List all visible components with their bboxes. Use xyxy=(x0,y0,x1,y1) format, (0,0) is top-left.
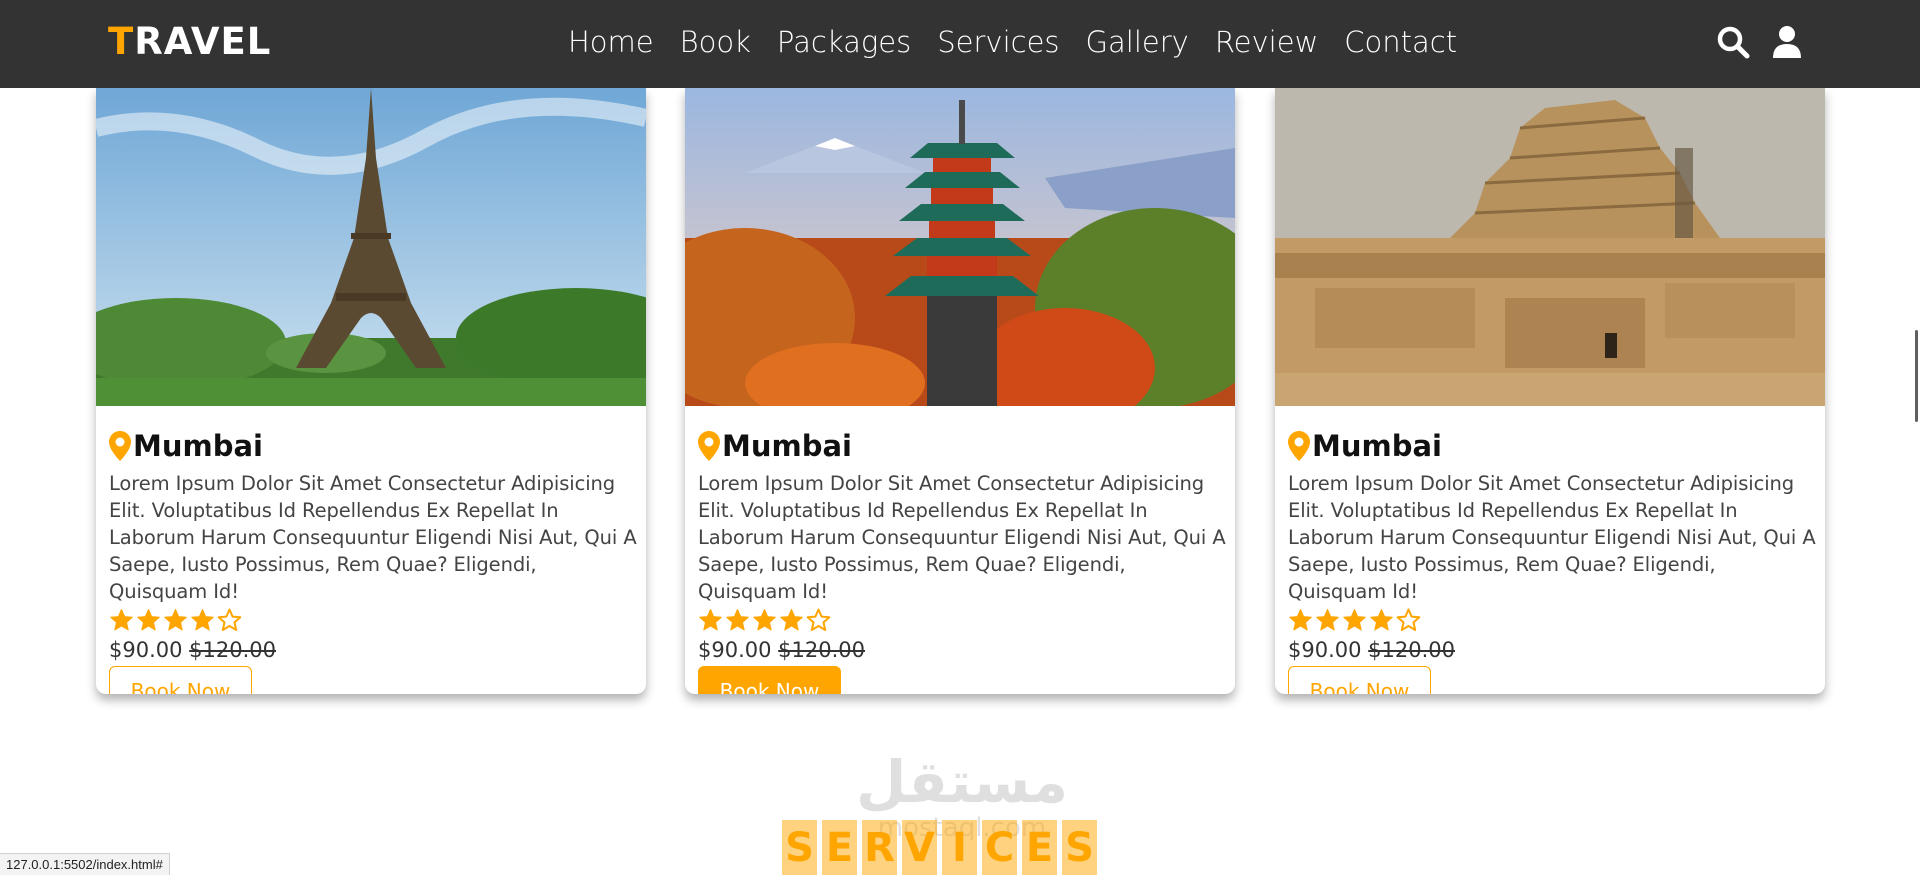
star-filled-icon xyxy=(699,609,722,631)
star-filled-icon xyxy=(137,609,160,631)
heading-letter: E xyxy=(1022,820,1057,875)
map-marker-icon xyxy=(698,431,720,461)
map-marker-icon xyxy=(1288,431,1310,461)
search-icon[interactable] xyxy=(1716,25,1750,59)
card-price: $90.00 $120.00 xyxy=(698,636,1222,664)
star-filled-icon xyxy=(1370,609,1393,631)
japanese-pagoda-image xyxy=(685,88,1235,406)
book-now-button[interactable]: Book Now xyxy=(109,666,252,694)
price-current: $90.00 xyxy=(698,638,772,662)
card-description: Lorem Ipsum Dolor Sit Amet Consectetur A… xyxy=(698,472,1226,603)
star-filled-icon xyxy=(726,609,749,631)
star-empty-icon xyxy=(1396,608,1421,631)
heading-letter: E xyxy=(822,820,857,875)
watermark-arabic-text: مستقل xyxy=(856,748,1068,816)
star-rating xyxy=(109,608,633,634)
price-old: $120.00 xyxy=(778,638,866,662)
heading-letter: R xyxy=(862,820,897,875)
card-title: Mumbai xyxy=(109,428,633,464)
heading-letter: I xyxy=(942,820,977,875)
star-filled-icon xyxy=(753,609,776,631)
nav-link-home[interactable]: Home xyxy=(568,20,654,64)
card-description: Lorem Ipsum Dolor Sit Amet Consectetur A… xyxy=(1288,472,1816,603)
services-heading: S E R V I C E S xyxy=(782,820,1097,875)
star-empty-icon xyxy=(217,608,242,631)
package-card: Mumbai Lorem Ipsum Dolor Sit Amet Consec… xyxy=(1275,88,1825,694)
star-filled-icon xyxy=(780,609,803,631)
card-content: Mumbai Lorem Ipsum Dolor Sit Amet Consec… xyxy=(1275,428,1825,694)
card-content: Mumbai Lorem Ipsum Dolor Sit Amet Consec… xyxy=(96,428,646,694)
logo[interactable]: TRAVEL xyxy=(108,18,271,66)
nav-link-packages[interactable]: Packages xyxy=(777,20,911,64)
heading-letter: V xyxy=(902,820,937,875)
nav-links: Home Book Packages Services Gallery Revi… xyxy=(568,20,1483,64)
star-filled-icon xyxy=(110,609,133,631)
star-filled-icon xyxy=(164,609,187,631)
card-content: Mumbai Lorem Ipsum Dolor Sit Amet Consec… xyxy=(685,428,1235,694)
card-title: Mumbai xyxy=(698,428,1222,464)
star-filled-icon xyxy=(1289,609,1312,631)
card-title-text: Mumbai xyxy=(133,429,263,463)
nav-link-book[interactable]: Book xyxy=(680,20,751,64)
nav-link-review[interactable]: Review xyxy=(1215,20,1318,64)
navbar: TRAVEL Home Book Packages Services Galle… xyxy=(0,0,1920,88)
nav-link-gallery[interactable]: Gallery xyxy=(1086,20,1189,64)
nav-link-services[interactable]: Services xyxy=(937,20,1059,64)
card-title: Mumbai xyxy=(1288,428,1812,464)
user-icon[interactable] xyxy=(1770,25,1804,59)
star-empty-icon xyxy=(806,608,831,631)
heading-letter: S xyxy=(1062,820,1097,875)
price-old: $120.00 xyxy=(1368,638,1456,662)
card-description: Lorem Ipsum Dolor Sit Amet Consectetur A… xyxy=(109,472,637,603)
card-price: $90.00 $120.00 xyxy=(1288,636,1812,664)
price-old: $120.00 xyxy=(189,638,277,662)
star-rating xyxy=(698,608,1222,634)
logo-rest: RAVEL xyxy=(134,20,272,63)
heading-letter: S xyxy=(782,820,817,875)
star-rating xyxy=(1288,608,1812,634)
book-now-button[interactable]: Book Now xyxy=(698,666,841,694)
price-current: $90.00 xyxy=(1288,638,1362,662)
card-title-text: Mumbai xyxy=(722,429,852,463)
star-filled-icon xyxy=(1316,609,1339,631)
browser-status-bar: 127.0.0.1:5502/index.html# xyxy=(0,853,170,875)
price-current: $90.00 xyxy=(109,638,183,662)
logo-first-letter: T xyxy=(108,20,135,63)
package-card: Mumbai Lorem Ipsum Dolor Sit Amet Consec… xyxy=(685,88,1235,694)
scrollbar-thumb[interactable] xyxy=(1915,330,1918,422)
book-now-button[interactable]: Book Now xyxy=(1288,666,1431,694)
card-price: $90.00 $120.00 xyxy=(109,636,633,664)
heading-letter: C xyxy=(982,820,1017,875)
eiffel-tower-image xyxy=(96,88,646,406)
map-marker-icon xyxy=(109,431,131,461)
card-title-text: Mumbai xyxy=(1312,429,1442,463)
star-filled-icon xyxy=(1343,609,1366,631)
step-pyramid-image xyxy=(1275,88,1825,406)
nav-link-contact[interactable]: Contact xyxy=(1344,20,1457,64)
package-card: Mumbai Lorem Ipsum Dolor Sit Amet Consec… xyxy=(96,88,646,694)
star-filled-icon xyxy=(191,609,214,631)
